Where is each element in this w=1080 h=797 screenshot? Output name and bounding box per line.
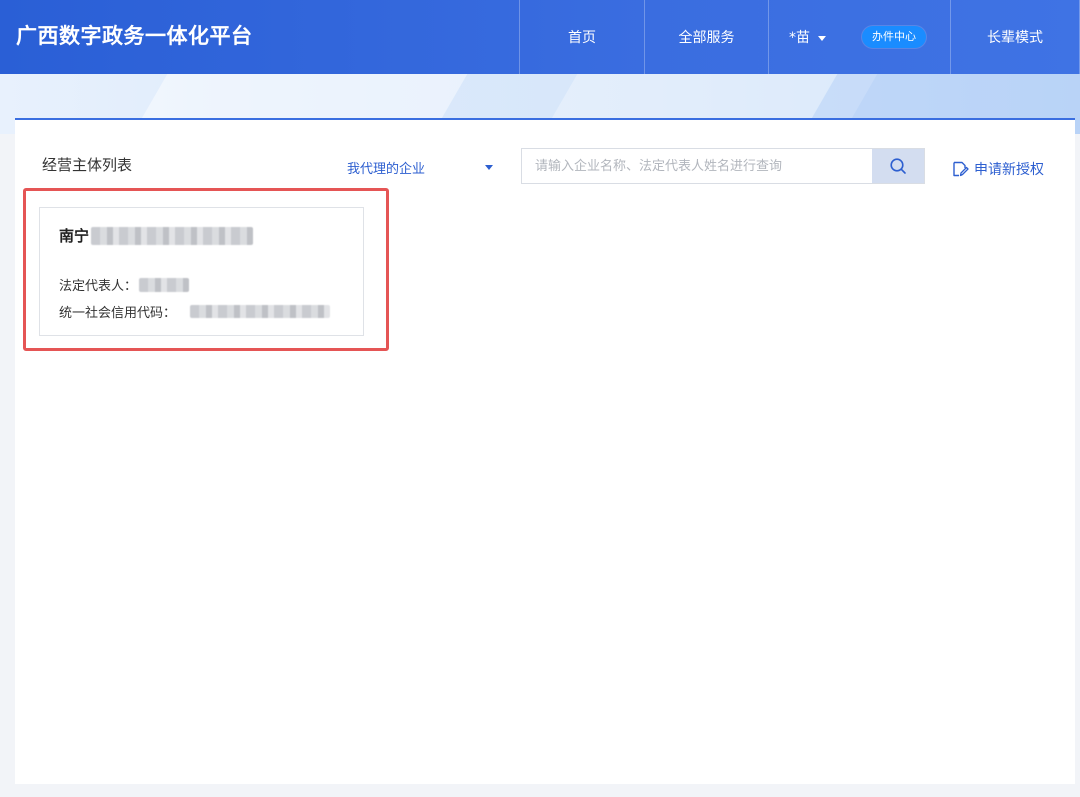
nav-elder-mode-label: 长辈模式 <box>987 30 1043 46</box>
panel-title: 经营主体列表 <box>42 156 133 174</box>
search-button[interactable] <box>872 149 924 183</box>
nav-all-services-label: 全部服务 <box>678 30 735 46</box>
user-menu[interactable]: *苗 办件中心 <box>768 0 950 74</box>
top-header: 广西数字政务一体化平台 首页 全部服务 *苗 办件中心 长辈模式 <box>0 0 1080 74</box>
apply-new-authorization-button[interactable]: 申请新授权 <box>951 158 1044 180</box>
app-title[interactable]: 广西数字政务一体化平台 <box>16 0 253 74</box>
nav-home-label: 首页 <box>568 30 596 46</box>
edit-document-icon <box>953 161 969 177</box>
credit-code-row: 统一社会信用代码： <box>59 302 331 321</box>
redacted-company-name <box>91 226 254 245</box>
legal-representative-row: 法定代表人： <box>59 275 190 294</box>
scope-select[interactable]: 我代理的企业 <box>347 156 497 178</box>
business-entity-panel: 经营主体列表 我代理的企业 申请新授权 南宁 法定代表人： <box>15 118 1075 784</box>
credit-code-label: 统一社会信用代码： <box>59 306 177 321</box>
nav-elder-mode[interactable]: 长辈模式 <box>950 0 1080 74</box>
apply-new-authorization-label: 申请新授权 <box>974 162 1044 178</box>
legal-representative-label: 法定代表人： <box>59 279 138 294</box>
scope-select-value: 我代理的企业 <box>347 161 426 177</box>
main-nav: 首页 全部服务 *苗 办件中心 长辈模式 <box>519 0 1080 74</box>
company-card[interactable]: 南宁 法定代表人： 统一社会信用代码： <box>39 207 364 336</box>
redacted-legal-representative <box>139 277 190 292</box>
chevron-down-icon <box>818 35 826 41</box>
company-name: 南宁 <box>59 227 90 245</box>
service-center-badge[interactable]: 办件中心 <box>862 26 926 48</box>
user-name: *苗 <box>789 30 810 46</box>
caret-down-icon <box>485 164 493 170</box>
search-input[interactable] <box>522 149 872 183</box>
company-name-row: 南宁 <box>59 225 254 246</box>
nav-home[interactable]: 首页 <box>519 0 644 74</box>
nav-all-services[interactable]: 全部服务 <box>644 0 768 74</box>
redacted-credit-code <box>190 305 331 318</box>
search-box <box>521 148 925 184</box>
search-icon <box>890 158 906 174</box>
